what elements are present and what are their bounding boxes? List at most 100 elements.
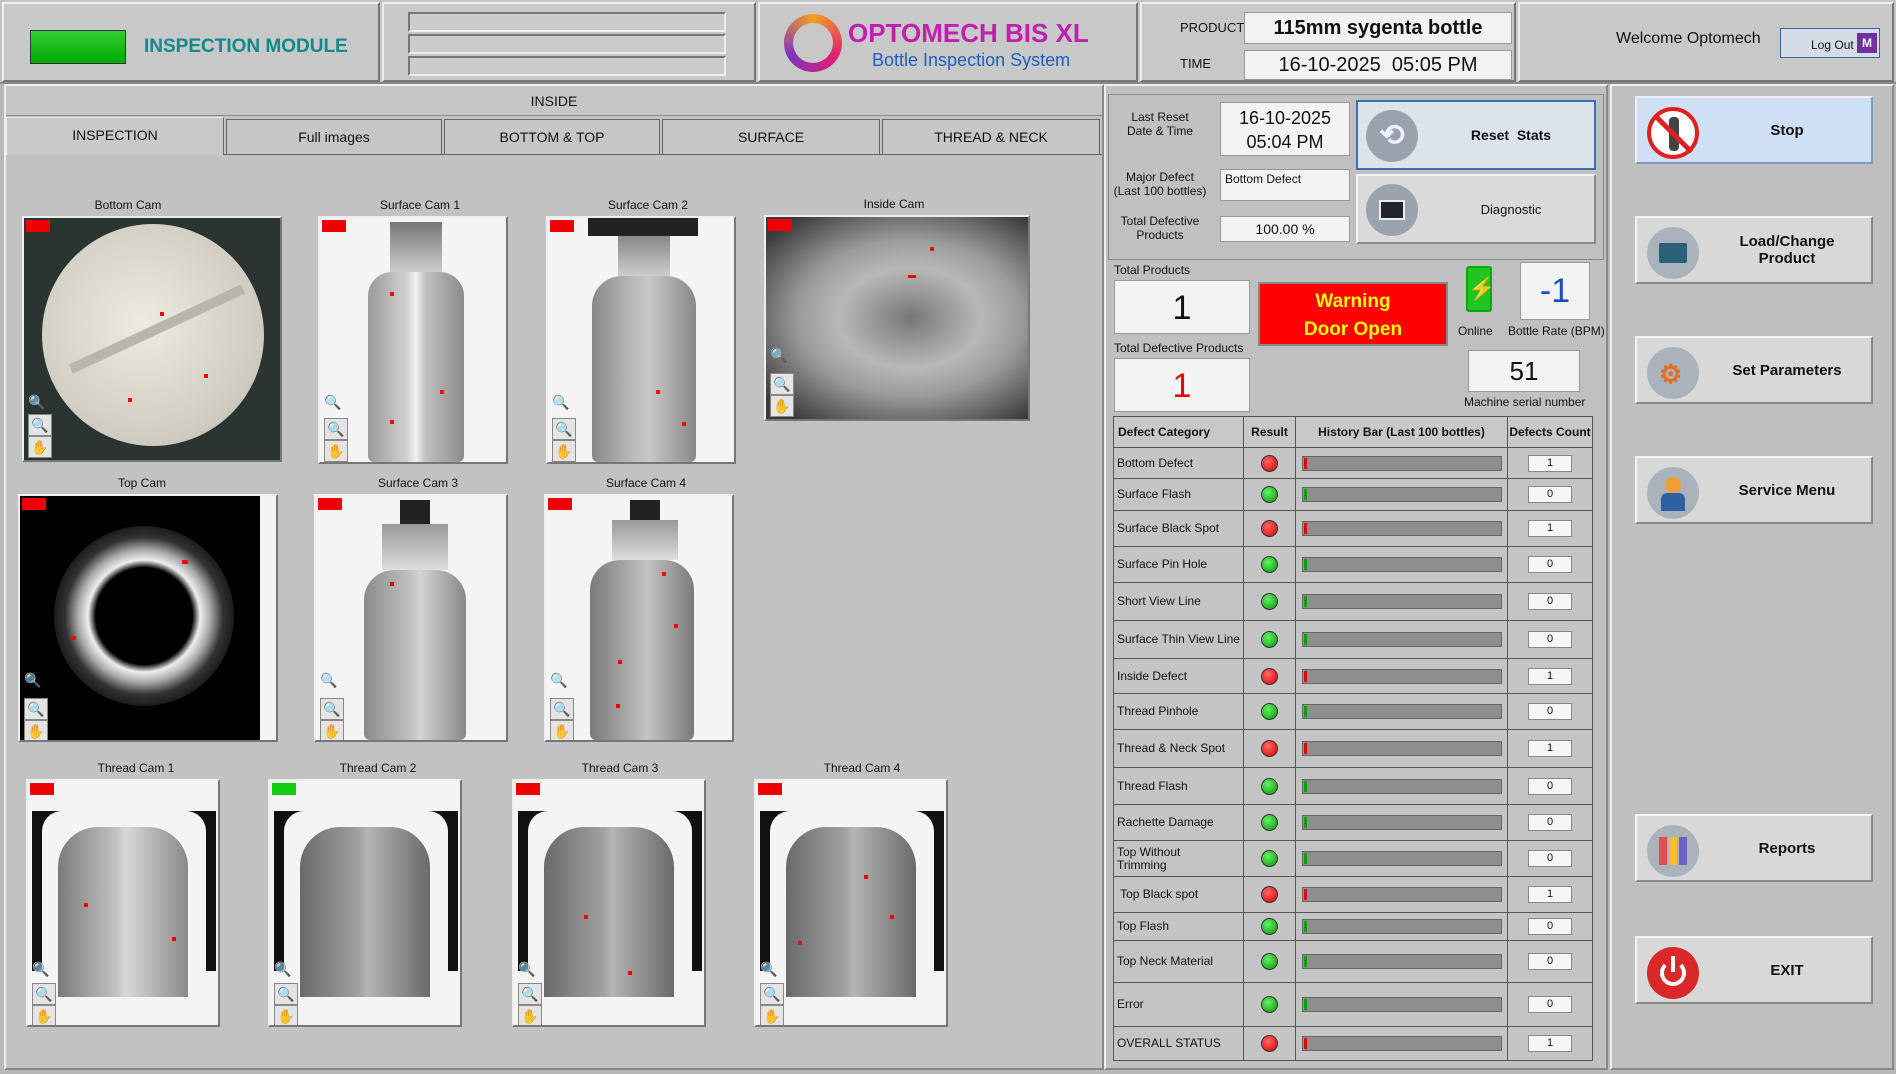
magnify-tool-icon[interactable]: 🔍 (552, 418, 576, 440)
magnify-tool-icon[interactable]: 🔍 (550, 698, 574, 720)
camera-view-thread-3[interactable]: 🔍 🔍 ✋ (512, 779, 706, 1027)
pan-tool-icon[interactable]: ✋ (320, 720, 344, 740)
time-label: TIME (1180, 56, 1212, 71)
magnify-tool-icon[interactable]: 🔍 (518, 983, 542, 1005)
pan-tool-icon[interactable]: ✋ (760, 1005, 784, 1025)
col-result: Result (1243, 416, 1296, 448)
history-bar (1301, 741, 1502, 756)
camera-view-bottom[interactable]: 🔍 🔍 ✋ (22, 216, 282, 462)
pan-tool-icon[interactable]: ✋ (552, 440, 576, 462)
magnify-tool-icon[interactable]: 🔍 (274, 983, 298, 1005)
defect-category: Thread Flash (1113, 767, 1244, 805)
defect-row: Thread Pinhole 0 (1113, 693, 1593, 730)
pan-tool-icon[interactable]: ✋ (324, 440, 348, 462)
set-parameters-button[interactable]: ⚙ Set Parameters (1635, 336, 1873, 404)
magnify-tool-icon[interactable]: 🔍 (770, 373, 794, 395)
defect-row: Thread & Neck Spot 1 (1113, 729, 1593, 768)
history-bar (1301, 887, 1502, 902)
bottle-rate-label: Bottle Rate (BPM) (1508, 324, 1605, 338)
history-bar (1301, 557, 1502, 572)
history-bar (1301, 1036, 1502, 1051)
camera-view-surface-3[interactable]: 🔍 🔍 ✋ (314, 494, 508, 742)
reset-stats-button[interactable]: ⟲ Reset Stats (1356, 100, 1596, 170)
defects-count-cell: 0 (1507, 912, 1593, 941)
tab-bottom-top[interactable]: BOTTOM & TOP (444, 119, 660, 155)
camera-view-surface-1[interactable]: 🔍 🔍 ✋ (318, 216, 508, 464)
tab-full-images[interactable]: Full images (226, 119, 442, 155)
camera-view-top[interactable]: 🔍 🔍 ✋ (18, 494, 278, 742)
result-indicator-red (1261, 740, 1278, 757)
exit-button[interactable]: EXIT (1635, 936, 1873, 1004)
tab-surface[interactable]: SURFACE (662, 119, 880, 155)
progress-panel (382, 2, 756, 82)
magnify-tool-icon[interactable]: 🔍 (28, 414, 52, 436)
tab-inspection[interactable]: INSPECTION (6, 117, 224, 155)
history-bar-cell (1295, 693, 1508, 730)
history-bar-cell (1295, 940, 1508, 983)
zoom-icon: 🔍 (274, 961, 292, 977)
camera-view-thread-2[interactable]: 🔍 🔍 ✋ (268, 779, 462, 1027)
defect-result-cell (1243, 804, 1296, 841)
magnify-tool-icon[interactable]: 🔍 (320, 698, 344, 720)
history-bar (1301, 704, 1502, 719)
history-bar-cell (1295, 840, 1508, 877)
defects-count: 1 (1528, 1035, 1572, 1052)
pan-tool-icon[interactable]: ✋ (32, 1005, 56, 1025)
defect-row: Top Black spot 1 (1113, 876, 1593, 913)
warning-door-open: Warning Door Open (1258, 282, 1448, 346)
magnify-tool-icon[interactable]: 🔍 (32, 983, 56, 1005)
cam-title-surface-3: Surface Cam 3 (377, 476, 459, 490)
result-indicator-red (1261, 520, 1278, 537)
defects-count-cell: 0 (1507, 693, 1593, 730)
last-reset-time: 05:04 PM (1246, 132, 1324, 152)
camera-view-inside[interactable]: 🔍 🔍 ✋ (764, 215, 1030, 421)
bottle-image (368, 272, 464, 462)
stop-button[interactable]: Stop (1635, 96, 1873, 164)
bottle-rate-value: -1 (1520, 262, 1590, 320)
diagnostic-button[interactable]: Diagnostic (1356, 174, 1596, 244)
pan-tool-icon[interactable]: ✋ (518, 1005, 542, 1025)
history-bar (1301, 487, 1502, 502)
magnify-tool-icon[interactable]: 🔍 (760, 983, 784, 1005)
pan-tool-icon[interactable]: ✋ (550, 720, 574, 740)
pan-tool-icon[interactable]: ✋ (24, 720, 48, 740)
machine-serial-value: 51 (1468, 350, 1580, 392)
defect-row: Bottom Defect 1 (1113, 447, 1593, 479)
defect-row: Surface Thin View Line 0 (1113, 620, 1593, 659)
major-defect-value: Bottom Defect (1220, 169, 1350, 201)
defect-category: Rachette Damage (1113, 804, 1244, 841)
defect-category: Surface Black Spot (1113, 510, 1244, 547)
camera-view-surface-2[interactable]: 🔍 🔍 ✋ (546, 216, 736, 464)
history-bar (1301, 594, 1502, 609)
pan-tool-icon[interactable]: ✋ (28, 436, 52, 458)
camera-status-flag (516, 783, 540, 795)
warning-line-2: Door Open (1303, 319, 1403, 340)
load-change-product-button[interactable]: Load/Change Product (1635, 216, 1873, 284)
reports-button[interactable]: Reports (1635, 814, 1873, 882)
camera-view-thread-1[interactable]: 🔍 🔍 ✋ (26, 779, 220, 1027)
result-indicator-red (1261, 454, 1278, 472)
defect-category: Surface Flash (1113, 478, 1244, 511)
history-bar-cell (1295, 510, 1508, 547)
tab-thread-neck[interactable]: THREAD & NECK (882, 119, 1100, 155)
history-bar (1301, 851, 1502, 866)
logout-button[interactable]: Log Out M (1780, 28, 1880, 58)
camera-view-surface-4[interactable]: 🔍 🔍 ✋ (544, 494, 734, 742)
pan-tool-icon[interactable]: ✋ (274, 1005, 298, 1025)
service-menu-button[interactable]: Service Menu (1635, 456, 1873, 524)
result-indicator-green (1261, 593, 1278, 610)
defects-count-cell: 0 (1507, 478, 1593, 511)
magnify-tool-icon[interactable]: 🔍 (324, 418, 348, 440)
defects-count: 0 (1528, 486, 1572, 503)
zoom-icon: 🔍 (24, 672, 42, 688)
camera-view-thread-4[interactable]: 🔍 🔍 ✋ (754, 779, 948, 1027)
zoom-icon: 🔍 (32, 961, 50, 977)
pan-tool-icon[interactable]: ✋ (770, 395, 794, 417)
power-icon (1647, 947, 1699, 999)
magnify-tool-icon[interactable]: 🔍 (24, 698, 48, 720)
total-products-label: Total Products (1114, 263, 1191, 277)
cam-title-thread-4: Thread Cam 4 (823, 761, 901, 775)
defect-result-cell (1243, 729, 1296, 768)
product-label: PRODUCT (1180, 20, 1245, 35)
defects-count-cell: 0 (1507, 582, 1593, 621)
